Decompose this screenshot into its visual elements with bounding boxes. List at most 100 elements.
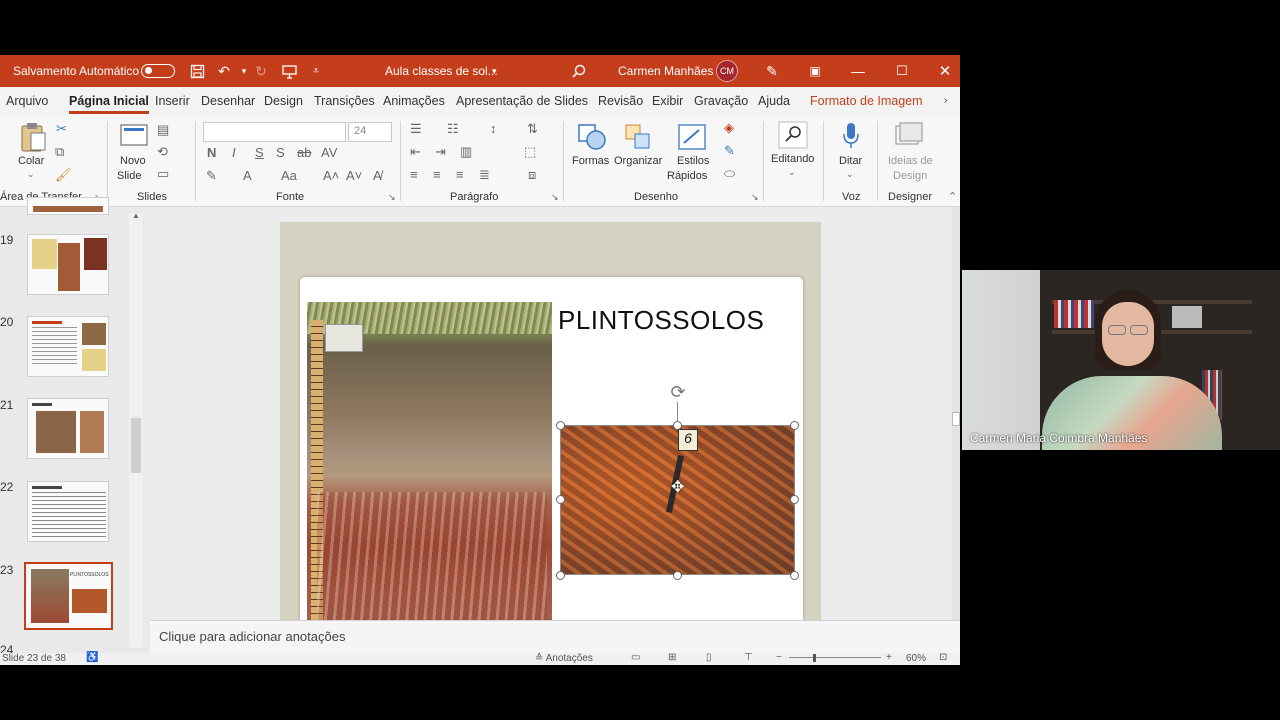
notes-placeholder[interactable]: Clique para adicionar anotações <box>159 629 345 644</box>
arrange-button[interactable] <box>623 123 653 156</box>
slideshow-icon[interactable]: ⊤ <box>744 652 753 663</box>
char-spacing-icon[interactable]: AV <box>321 145 337 160</box>
quick-styles-label-2[interactable]: Rápidos <box>667 169 707 184</box>
soil-profile-photo[interactable] <box>307 302 552 645</box>
avatar[interactable]: CM <box>716 60 738 82</box>
pen-icon[interactable]: ✎ <box>761 55 783 87</box>
zoom-in-icon[interactable]: + <box>886 652 892 663</box>
bold-button[interactable]: N <box>207 145 216 160</box>
tabs-scroll-right-icon[interactable]: › <box>944 95 947 106</box>
highlight-icon[interactable]: ✎ <box>206 168 217 184</box>
tab-inserir[interactable]: Inserir <box>155 94 190 108</box>
grow-font-icon[interactable]: A˄ <box>323 168 339 183</box>
design-ideas-label-1[interactable]: Ideias de <box>888 154 933 169</box>
underline-button[interactable]: S <box>255 145 264 160</box>
new-slide-label-2[interactable]: Slide <box>117 169 141 184</box>
editing-label[interactable]: Editando <box>771 152 814 167</box>
tab-gravacao[interactable]: Gravação <box>694 94 748 108</box>
design-ideas-button[interactable] <box>894 121 924 154</box>
cut-icon[interactable]: ✂ <box>56 121 67 137</box>
change-case-icon[interactable]: Aa <box>281 168 297 183</box>
paste-dropdown-icon[interactable]: ⌄ <box>27 169 35 180</box>
resize-handle-ne[interactable] <box>790 421 799 430</box>
new-slide-button[interactable] <box>119 123 149 154</box>
shapes-label[interactable]: Formas <box>572 154 609 169</box>
maximize-icon[interactable]: ☐ <box>891 55 913 87</box>
slide-sorter-icon[interactable]: ⊞ <box>668 652 676 663</box>
quick-styles-button[interactable] <box>677 123 707 156</box>
shrink-font-icon[interactable]: A˅ <box>346 168 362 183</box>
font-size-field[interactable]: 24 <box>348 122 392 142</box>
font-name-field[interactable] <box>203 122 346 142</box>
search-icon[interactable] <box>568 55 590 87</box>
arrange-label[interactable]: Organizar <box>614 154 662 169</box>
document-title[interactable]: Aula classes de sol... <box>385 55 498 87</box>
font-color-icon[interactable]: A <box>243 168 252 183</box>
thumbnail-scrollbar[interactable]: ▲ <box>129 211 143 647</box>
shadow-button[interactable]: S <box>276 145 285 160</box>
resize-handle-sw[interactable] <box>556 571 565 580</box>
numbering-icon[interactable]: ☷ <box>447 121 459 137</box>
shapes-button[interactable] <box>577 123 607 156</box>
decrease-indent-icon[interactable]: ⇤ <box>410 144 421 160</box>
slide-thumbnail-20[interactable] <box>27 316 109 377</box>
new-slide-label-1[interactable]: Novo <box>120 154 146 169</box>
paragraph-launcher-icon[interactable]: ↘ <box>551 192 559 203</box>
columns-icon[interactable]: ▥ <box>460 144 472 160</box>
editing-button[interactable] <box>778 121 808 154</box>
tab-revisao[interactable]: Revisão <box>598 94 643 108</box>
resize-handle-n[interactable] <box>673 421 682 430</box>
current-slide[interactable]: PLINTOSSOLOS 6 ⟳ ✥ <box>300 277 803 645</box>
tab-apresentacao[interactable]: Apresentação de Slides <box>456 94 588 108</box>
resize-handle-se[interactable] <box>790 571 799 580</box>
resize-handle-s[interactable] <box>673 571 682 580</box>
resize-handle-nw[interactable] <box>556 421 565 430</box>
normal-view-icon[interactable]: ▭ <box>631 652 640 663</box>
collapse-ribbon-icon[interactable]: ⌃ <box>948 190 957 203</box>
editing-dropdown-icon[interactable]: ⌄ <box>788 167 796 178</box>
section-icon[interactable]: ▭ <box>157 166 169 182</box>
resize-handle-e[interactable] <box>790 495 799 504</box>
dictate-label[interactable]: Ditar <box>839 154 862 169</box>
rotate-handle-icon[interactable]: ⟳ <box>667 381 689 403</box>
font-launcher-icon[interactable]: ↘ <box>388 192 396 203</box>
copy-icon[interactable]: ⧉ <box>55 144 64 160</box>
zoom-slider[interactable] <box>789 657 881 658</box>
slide-thumbnail-23[interactable]: PLINTOSSOLOS <box>24 562 113 630</box>
quick-styles-label-1[interactable]: Estilos <box>677 154 709 169</box>
paste-label[interactable]: Colar <box>18 154 44 169</box>
text-direction-icon[interactable]: ⇅ <box>527 121 538 137</box>
design-ideas-label-2[interactable]: Design <box>893 169 927 184</box>
zoom-level[interactable]: 60% <box>906 653 926 664</box>
tab-ajuda[interactable]: Ajuda <box>758 94 790 108</box>
reading-view-icon[interactable]: ▯ <box>706 652 712 663</box>
tab-formato-imagem[interactable]: Formato de Imagem <box>810 94 923 108</box>
align-text-icon[interactable]: ⬚ <box>524 144 536 160</box>
layout-icon[interactable]: ▤ <box>157 122 169 138</box>
smartart-icon[interactable]: ⧈ <box>528 167 536 183</box>
slide-thumbnail-18[interactable] <box>27 197 109 215</box>
tab-desenhar[interactable]: Desenhar <box>201 94 255 108</box>
minimize-icon[interactable]: — <box>847 55 869 87</box>
italic-button[interactable]: I <box>232 145 236 160</box>
tab-design[interactable]: Design <box>264 94 303 108</box>
dictate-dropdown-icon[interactable]: ⌄ <box>846 169 854 180</box>
title-dropdown-icon[interactable]: ▾ <box>492 55 497 87</box>
ribbon-display-icon[interactable]: ▣ <box>804 55 826 87</box>
undo-icon[interactable]: ↶ <box>213 55 235 87</box>
increase-indent-icon[interactable]: ⇥ <box>435 144 446 160</box>
present-icon[interactable] <box>278 55 300 87</box>
strikethrough-icon[interactable]: ab <box>297 145 311 160</box>
shape-outline-icon[interactable]: ✎ <box>724 143 735 159</box>
resize-handle-w[interactable] <box>556 495 565 504</box>
zoom-out-icon[interactable]: − <box>776 652 782 663</box>
accessibility-icon[interactable]: ♿ <box>86 652 98 663</box>
save-icon[interactable] <box>186 55 208 87</box>
clear-format-icon[interactable]: A̸ <box>373 168 382 183</box>
video-participant-tile[interactable]: Carmen Maria Coimbra Manhães <box>962 270 1280 450</box>
bullets-icon[interactable]: ☰ <box>410 121 422 137</box>
slide-scrollbar[interactable] <box>952 207 960 620</box>
fit-slide-icon[interactable]: ⊡ <box>939 652 947 663</box>
tab-pagina-inicial[interactable]: Página Inicial <box>69 94 149 114</box>
user-name[interactable]: Carmen Manhães <box>618 55 713 87</box>
